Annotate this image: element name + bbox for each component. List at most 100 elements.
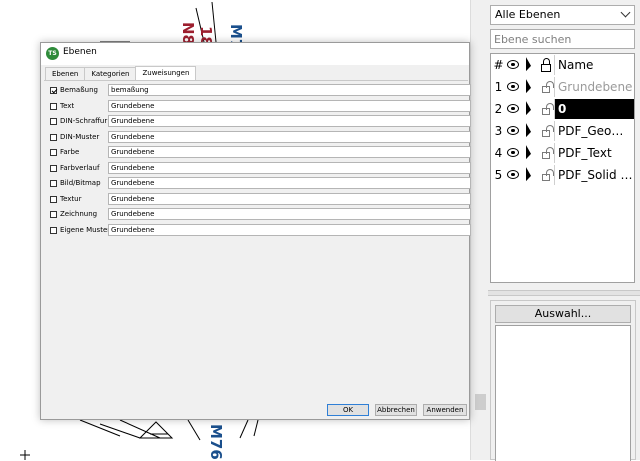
- layer-row[interactable]: 2 0: [491, 98, 634, 120]
- layer-search-input[interactable]: [490, 29, 635, 49]
- layer-table: # Name 1 Grundebene 2 0 3 PDF_Geome... 4…: [490, 53, 635, 283]
- layer-name-selected[interactable]: 0: [554, 99, 634, 119]
- assignment-layer-field[interactable]: Grundebene: [108, 177, 471, 189]
- assignment-checkbox[interactable]: [50, 180, 57, 187]
- assignment-layer-field[interactable]: Grundebene: [108, 192, 471, 205]
- ebenen-dialog: TS Ebenen Ebenen Kategorien Zuweisungen …: [40, 42, 471, 420]
- cursor-arrow-icon[interactable]: [522, 120, 538, 142]
- assignment-row: DIN-Muster Grundebene: [48, 130, 471, 145]
- cursor-arrow-icon[interactable]: [522, 142, 538, 164]
- layer-panel: Alle Ebenen # Name 1 Grundebene 2 0 3: [488, 0, 640, 461]
- eye-icon[interactable]: [504, 76, 522, 98]
- cursor-arrow-icon[interactable]: [522, 98, 538, 120]
- assignment-row: Textur Grundebene: [48, 192, 471, 207]
- assignment-checkbox[interactable]: [50, 149, 57, 156]
- assignment-label: DIN-Schraffur: [60, 117, 108, 125]
- scrollbar-thumb[interactable]: [475, 394, 486, 410]
- assignment-label: Eigene Muster: [60, 225, 111, 234]
- assignment-label: Farbverlauf: [60, 163, 100, 172]
- dialog-button-bar: OK Abbrechen Anwenden: [41, 399, 469, 419]
- layer-row[interactable]: 5 PDF_Solid Fills: [491, 164, 634, 186]
- selectable-column-icon[interactable]: [522, 54, 538, 76]
- assignment-row: Text Grundebene: [48, 99, 471, 114]
- assignment-row: Farbverlauf Grundebene: [48, 161, 471, 176]
- apply-button[interactable]: Anwenden: [423, 404, 467, 416]
- tab-kategorien[interactable]: Kategorien: [84, 67, 137, 81]
- assignment-row: Bild/Bitmap Grundebene: [48, 177, 471, 191]
- assignment-row: Bemaßung bemaßung: [48, 84, 471, 98]
- assignment-label: Bemaßung: [60, 86, 98, 94]
- assignment-checkbox[interactable]: [50, 87, 57, 94]
- column-header-number: #: [493, 58, 504, 72]
- dialog-title: Ebenen: [63, 47, 97, 57]
- cursor-arrow-icon[interactable]: [522, 76, 538, 98]
- assignment-checkbox[interactable]: [50, 164, 57, 172]
- eye-icon[interactable]: [504, 120, 522, 142]
- ok-button[interactable]: OK: [327, 404, 369, 416]
- assignment-layer-field[interactable]: Grundebene: [108, 161, 471, 174]
- layer-name[interactable]: PDF_Geome...: [554, 121, 634, 141]
- assignment-label: Farbe: [60, 148, 80, 156]
- layer-number: 4: [494, 146, 503, 160]
- assignment-label: Text: [60, 101, 75, 110]
- assignment-checkbox[interactable]: [50, 118, 57, 125]
- auswahl-button[interactable]: Auswahl...: [495, 305, 631, 323]
- assignment-layer-field[interactable]: Grundebene: [108, 208, 471, 220]
- lock-column-icon[interactable]: [538, 54, 554, 76]
- assignment-layer-field[interactable]: Grundebene: [108, 115, 471, 127]
- selection-box: Auswahl...: [490, 300, 636, 461]
- eye-icon[interactable]: [504, 142, 522, 164]
- assignment-checkbox[interactable]: [50, 195, 57, 203]
- layer-table-header: # Name: [491, 54, 634, 76]
- layer-row[interactable]: 1 Grundebene: [491, 76, 634, 98]
- chevron-down-icon: [620, 7, 631, 18]
- layer-name[interactable]: Grundebene: [554, 77, 634, 97]
- column-header-name[interactable]: Name: [554, 55, 634, 75]
- assignment-row: DIN-Schraffur Grundebene: [48, 115, 471, 129]
- layer-number: 3: [494, 124, 503, 138]
- eye-icon[interactable]: [504, 98, 522, 120]
- unlock-icon[interactable]: [538, 120, 554, 142]
- assignment-layer-field[interactable]: bemaßung: [108, 84, 471, 96]
- assignment-label: DIN-Muster: [60, 132, 100, 141]
- cad-label-m76: M76: [207, 424, 225, 460]
- assignment-checkbox[interactable]: [50, 102, 57, 110]
- layer-name[interactable]: PDF_Solid Fills: [554, 165, 634, 185]
- layer-name[interactable]: PDF_Text: [554, 143, 634, 163]
- layer-row[interactable]: 3 PDF_Geome...: [491, 120, 634, 142]
- assignment-layer-field[interactable]: Grundebene: [108, 223, 471, 236]
- assignment-row: Farbe Grundebene: [48, 146, 471, 160]
- layer-filter-dropdown[interactable]: Alle Ebenen: [490, 5, 635, 25]
- assignment-checkbox[interactable]: [50, 226, 57, 234]
- layer-row[interactable]: 4 PDF_Text: [491, 142, 634, 164]
- layer-number: 2: [494, 102, 503, 116]
- assignment-row: Eigene Muster Grundebene: [48, 223, 471, 238]
- assignments-panel: Bemaßung bemaßung Text Grundebene DIN-Sc…: [44, 80, 471, 399]
- assignment-checkbox[interactable]: [50, 211, 57, 218]
- assignment-checkbox[interactable]: [50, 133, 57, 141]
- eye-icon[interactable]: [504, 164, 522, 186]
- canvas-vertical-scrollbar[interactable]: [470, 0, 489, 460]
- assignment-layer-field[interactable]: Grundebene: [108, 146, 471, 158]
- cursor-arrow-icon[interactable]: [522, 164, 538, 186]
- unlock-icon[interactable]: [538, 164, 554, 186]
- assignment-label: Zeichnung: [60, 210, 98, 218]
- unlock-icon[interactable]: [538, 142, 554, 164]
- unlock-icon[interactable]: [538, 76, 554, 98]
- assignment-layer-field[interactable]: Grundebene: [108, 130, 471, 143]
- panel-splitter[interactable]: [488, 290, 640, 296]
- cancel-button[interactable]: Abbrechen: [375, 404, 417, 416]
- dialog-titlebar[interactable]: TS Ebenen: [41, 43, 469, 65]
- layer-number: 1: [494, 80, 503, 94]
- dialog-tabs: Ebenen Kategorien Zuweisungen: [45, 66, 197, 81]
- selection-list[interactable]: [495, 325, 631, 461]
- app-logo-icon: TS: [46, 47, 59, 60]
- layer-number: 5: [494, 168, 503, 182]
- unlock-icon[interactable]: [538, 98, 554, 120]
- assignment-label: Textur: [60, 194, 82, 203]
- tab-ebenen[interactable]: Ebenen: [45, 67, 86, 81]
- visibility-column-icon[interactable]: [504, 54, 522, 76]
- layer-filter-value: Alle Ebenen: [495, 8, 561, 21]
- assignment-layer-field[interactable]: Grundebene: [108, 99, 471, 112]
- tab-zuweisungen[interactable]: Zuweisungen: [135, 66, 197, 81]
